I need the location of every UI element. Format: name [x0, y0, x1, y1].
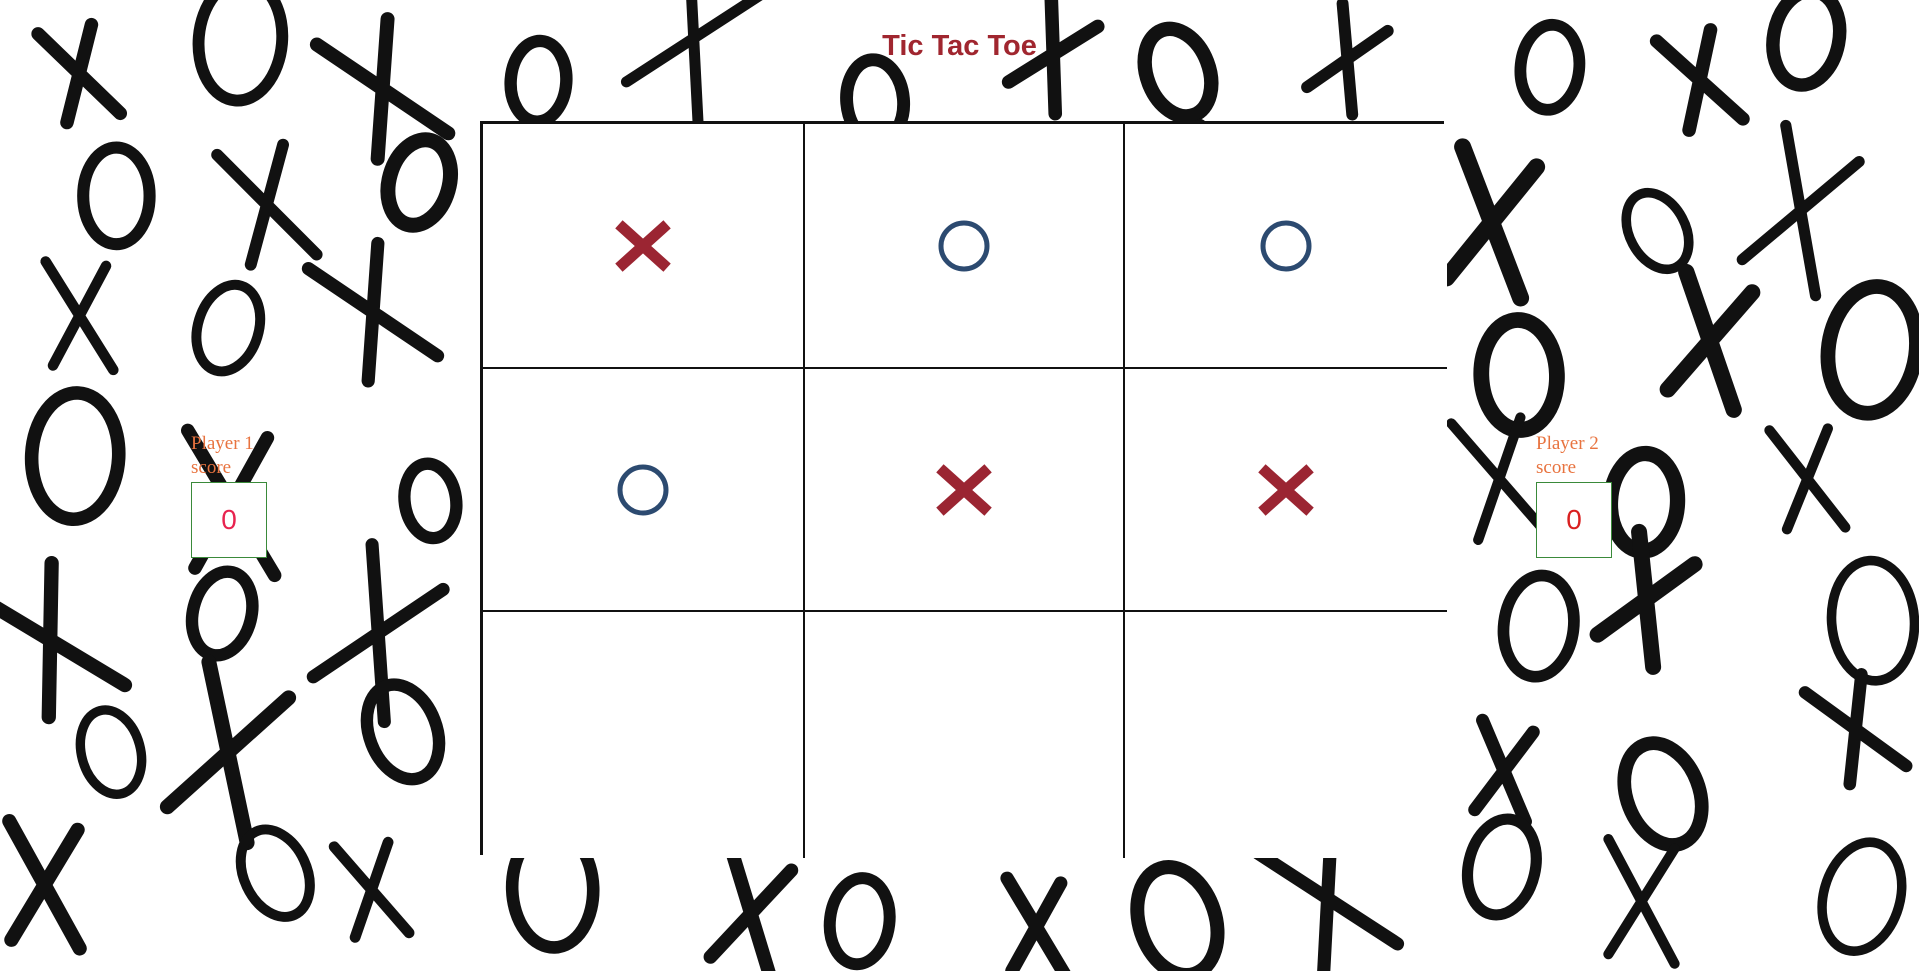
player-1-score-panel: Player 1 score 0: [191, 432, 271, 558]
o-mark-icon: [617, 464, 669, 515]
game-board: [480, 121, 1447, 858]
player-2-score-panel: Player 2 score 0: [1536, 432, 1616, 558]
x-mark-icon: [1258, 463, 1314, 516]
page-title: Tic Tac Toe: [882, 30, 1037, 62]
player-1-score-value: 0: [191, 482, 267, 558]
board-cell[interactable]: [1125, 124, 1447, 369]
board-cell[interactable]: [1125, 612, 1447, 858]
board-cell[interactable]: [805, 124, 1125, 369]
board-cell[interactable]: [483, 369, 805, 612]
player-1-score-label: Player 1 score: [191, 433, 254, 478]
board-cell[interactable]: [1125, 369, 1447, 612]
board-cell[interactable]: [483, 612, 805, 858]
board-cell[interactable]: [805, 369, 1125, 612]
player-2-score-value: 0: [1536, 482, 1612, 558]
player-2-score-label: Player 2 score: [1536, 433, 1599, 478]
board-cell[interactable]: [483, 124, 805, 369]
board-cell[interactable]: [805, 612, 1125, 858]
o-mark-icon: [938, 220, 990, 271]
x-mark-icon: [936, 463, 992, 516]
o-mark-icon: [1260, 220, 1312, 271]
x-mark-icon: [615, 219, 671, 272]
